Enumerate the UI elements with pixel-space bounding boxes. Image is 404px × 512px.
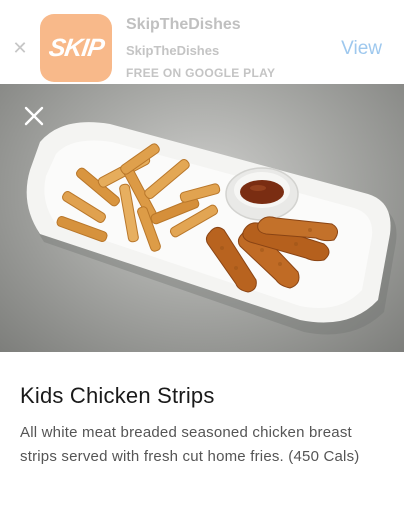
- item-details: Kids Chicken Strips All white meat bread…: [0, 352, 404, 512]
- app-logo-text: SKIP: [46, 33, 106, 62]
- close-icon[interactable]: [22, 104, 46, 128]
- close-icon[interactable]: ✕: [10, 38, 30, 58]
- item-description: All white meat breaded seasoned chicken …: [20, 424, 360, 465]
- item-photo: [0, 84, 404, 352]
- item-title: Kids Chicken Strips: [20, 383, 215, 408]
- app-icon[interactable]: SKIP: [40, 14, 112, 82]
- app-name: SkipTheDishes: [126, 16, 241, 33]
- food-illustration: [26, 122, 397, 335]
- app-price-label: FREE ON GOOGLE PLAY: [126, 66, 276, 80]
- app-install-banner: ✕ SKIP SkipTheDishes SkipTheDishes FREE …: [0, 0, 404, 84]
- view-button[interactable]: View: [341, 38, 382, 60]
- app-developer: SkipTheDishes: [126, 43, 220, 58]
